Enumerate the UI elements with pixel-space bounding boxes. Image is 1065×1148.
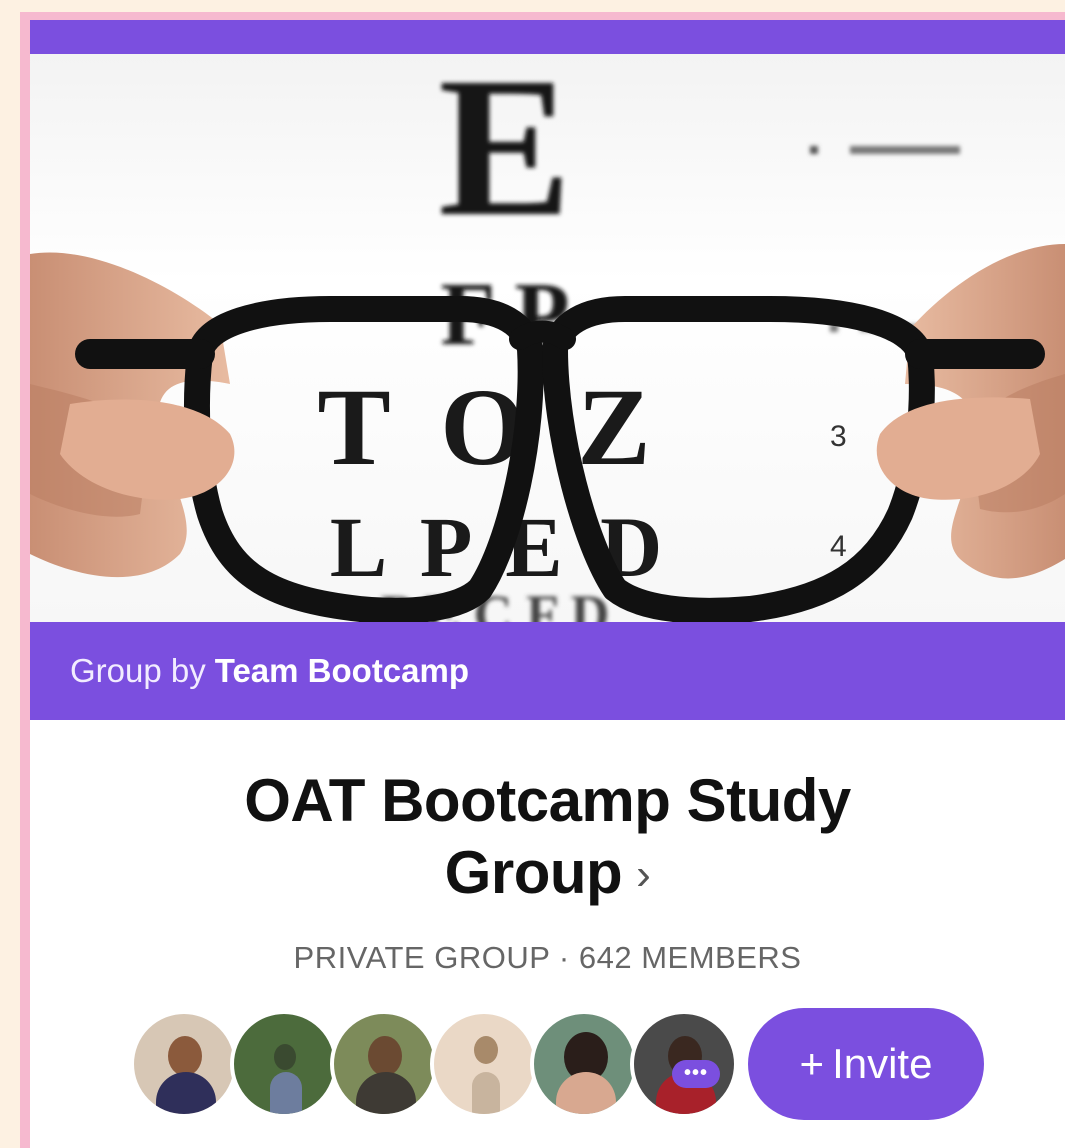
member-avatar[interactable] bbox=[330, 1010, 438, 1118]
group-title[interactable]: OAT Bootcamp Study Group › bbox=[30, 765, 1065, 909]
group-meta: PRIVATE GROUP · 642 MEMBERS bbox=[293, 940, 802, 975]
owner-prefix: Group by bbox=[70, 652, 206, 689]
group-card: E F P P E C F D T O Z L P E D 3 4 Group … bbox=[20, 12, 1065, 1148]
chevron-right-icon: › bbox=[636, 850, 651, 899]
member-avatar-more[interactable]: ••• bbox=[630, 1010, 738, 1118]
eye-chart-glasses-illustration: E F P P E C F D T O Z L P E D 3 4 bbox=[30, 54, 1065, 622]
member-avatar[interactable] bbox=[230, 1010, 338, 1118]
member-avatar[interactable] bbox=[530, 1010, 638, 1118]
chart-row-3: T O Z bbox=[317, 366, 662, 488]
more-dots-icon: ••• bbox=[672, 1060, 720, 1088]
chart-row-1: E bbox=[438, 54, 571, 258]
group-title-line-1: OAT Bootcamp Study bbox=[244, 767, 851, 834]
plus-icon: + bbox=[799, 1040, 825, 1087]
owner-name-link[interactable]: Team Bootcamp bbox=[215, 652, 469, 690]
top-accent-band bbox=[30, 20, 1065, 54]
line-number-3: 3 bbox=[830, 420, 847, 453]
invite-button[interactable]: + Invite bbox=[748, 1008, 984, 1120]
member-avatar[interactable] bbox=[430, 1010, 538, 1118]
group-title-line-2: Group bbox=[444, 839, 623, 906]
group-cover-photo[interactable]: E F P P E C F D T O Z L P E D 3 4 bbox=[30, 54, 1065, 622]
line-number-4: 4 bbox=[830, 530, 847, 563]
member-avatars-row: ••• + Invite bbox=[130, 1006, 984, 1122]
invite-label: Invite bbox=[832, 1040, 933, 1087]
group-owner-bar: Group by Team Bootcamp bbox=[30, 622, 1065, 720]
member-avatar[interactable] bbox=[130, 1010, 238, 1118]
